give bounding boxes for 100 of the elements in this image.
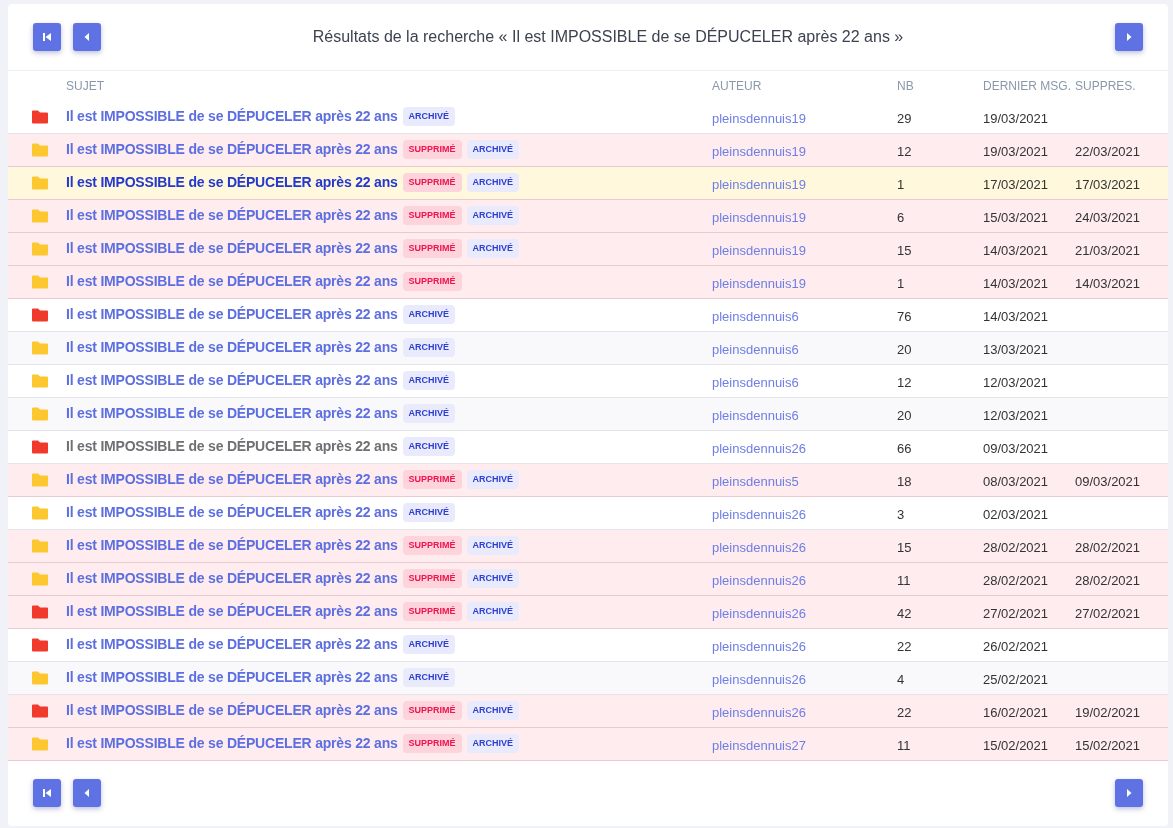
previous-page-button[interactable] xyxy=(73,22,101,51)
topic-link[interactable]: Il est IMPOSSIBLE de se DÉPUCELER après 22 ans xyxy=(66,634,398,655)
archived-tag: ARCHIVÉ xyxy=(466,602,520,621)
previous-page-button[interactable] xyxy=(73,779,101,808)
caret-right-icon xyxy=(1124,788,1134,799)
author-link[interactable]: pleinsdennuis27 xyxy=(712,727,897,755)
last-message-date: 15/02/2021 xyxy=(983,737,1050,755)
topic-link[interactable]: Il est IMPOSSIBLE de se DÉPUCELER après 22 ans xyxy=(66,106,398,127)
deleted-tag: SUPPRIMÉ xyxy=(402,602,462,621)
author-link[interactable]: pleinsdennuis26 xyxy=(712,595,897,623)
first-page-button[interactable] xyxy=(33,22,61,51)
last-message-date: 14/03/2021 xyxy=(983,275,1050,293)
column-header: DERNIER MSG. xyxy=(983,77,1072,95)
author-link[interactable]: pleinsdennuis19 xyxy=(712,166,897,194)
deleted-tag: SUPPRIMÉ xyxy=(402,239,462,258)
author-link[interactable]: pleinsdennuis26 xyxy=(712,628,897,656)
author-link[interactable]: pleinsdennuis5 xyxy=(712,463,897,491)
archived-tag: ARCHIVÉ xyxy=(466,173,520,192)
last-message-date: 16/02/2021 xyxy=(983,704,1050,722)
first-page-button[interactable] xyxy=(33,779,61,808)
message-count: 20 xyxy=(897,406,913,425)
message-count: 12 xyxy=(897,373,913,392)
column-header: SUPPRES. xyxy=(1075,77,1137,95)
message-count: 1 xyxy=(897,274,906,293)
topic-link[interactable]: Il est IMPOSSIBLE de se DÉPUCELER après 22 ans xyxy=(66,205,398,226)
archived-tag: ARCHIVÉ xyxy=(466,536,520,555)
topic-link[interactable]: Il est IMPOSSIBLE de se DÉPUCELER après 22 ans xyxy=(66,502,398,523)
deleted-tag: SUPPRIMÉ xyxy=(402,734,462,753)
message-count: 3 xyxy=(897,505,906,524)
message-count: 22 xyxy=(897,703,913,722)
message-count: 22 xyxy=(897,637,913,656)
last-message-date: 25/02/2021 xyxy=(983,671,1050,689)
column-header: AUTEUR xyxy=(712,77,763,95)
archived-tag: ARCHIVÉ xyxy=(402,668,456,687)
author-link[interactable]: pleinsdennuis6 xyxy=(712,331,897,359)
deletion-date: 15/02/2021 xyxy=(1075,737,1142,755)
last-message-date: 12/03/2021 xyxy=(983,407,1050,425)
message-count: 11 xyxy=(897,571,912,590)
topic-link[interactable]: Il est IMPOSSIBLE de se DÉPUCELER après 22 ans xyxy=(66,172,398,193)
author-link[interactable]: pleinsdennuis19 xyxy=(712,232,897,260)
topic-link[interactable]: Il est IMPOSSIBLE de se DÉPUCELER après 22 ans xyxy=(66,469,398,490)
author-link[interactable]: pleinsdennuis26 xyxy=(712,496,897,524)
message-count: 66 xyxy=(897,439,913,458)
last-message-date: 28/02/2021 xyxy=(983,539,1050,557)
author-link[interactable]: pleinsdennuis19 xyxy=(712,133,897,161)
deleted-tag: SUPPRIMÉ xyxy=(402,470,462,489)
deletion-date: 09/03/2021 xyxy=(1075,473,1142,491)
topic-link[interactable]: Il est IMPOSSIBLE de se DÉPUCELER après 22 ans xyxy=(66,370,398,391)
last-message-date: 14/03/2021 xyxy=(983,308,1050,326)
author-link[interactable]: pleinsdennuis26 xyxy=(712,529,897,557)
message-count: 20 xyxy=(897,340,913,359)
author-link[interactable]: pleinsdennuis26 xyxy=(712,430,897,458)
message-count: 15 xyxy=(897,538,913,557)
topic-link[interactable]: Il est IMPOSSIBLE de se DÉPUCELER après 22 ans xyxy=(66,238,398,259)
archived-tag: ARCHIVÉ xyxy=(402,338,456,357)
last-message-date: 19/03/2021 xyxy=(983,110,1050,128)
author-link[interactable]: pleinsdennuis19 xyxy=(712,100,897,128)
topic-link[interactable]: Il est IMPOSSIBLE de se DÉPUCELER après 22 ans xyxy=(66,535,398,556)
topic-link[interactable]: Il est IMPOSSIBLE de se DÉPUCELER après 22 ans xyxy=(66,667,398,688)
topic-link[interactable]: Il est IMPOSSIBLE de se DÉPUCELER après 22 ans xyxy=(66,403,398,424)
topic-link[interactable]: Il est IMPOSSIBLE de se DÉPUCELER après 22 ans xyxy=(66,601,398,622)
author-link[interactable]: pleinsdennuis26 xyxy=(712,694,897,722)
message-count: 11 xyxy=(897,736,912,755)
deleted-tag: SUPPRIMÉ xyxy=(402,206,462,225)
search-results-title: Résultats de la recherche « Il est IMPOSSIBLE de se DÉPUCELER après 22 ans » xyxy=(311,26,905,47)
deletion-date: 27/02/2021 xyxy=(1075,605,1142,623)
topic-link[interactable]: Il est IMPOSSIBLE de se DÉPUCELER après 22 ans xyxy=(66,139,398,160)
topic-link[interactable]: Il est IMPOSSIBLE de se DÉPUCELER après 22 ans xyxy=(66,733,398,754)
author-link[interactable]: pleinsdennuis19 xyxy=(712,199,897,227)
message-count: 1 xyxy=(897,175,906,194)
author-link[interactable]: pleinsdennuis6 xyxy=(712,298,897,326)
deleted-tag: SUPPRIMÉ xyxy=(402,701,462,720)
last-message-date: 08/03/2021 xyxy=(983,473,1050,491)
deleted-tag: SUPPRIMÉ xyxy=(402,140,462,159)
message-count: 29 xyxy=(897,109,913,128)
last-message-date: 26/02/2021 xyxy=(983,638,1050,656)
author-link[interactable]: pleinsdennuis26 xyxy=(712,661,897,689)
deletion-date: 24/03/2021 xyxy=(1075,209,1142,227)
author-link[interactable]: pleinsdennuis6 xyxy=(712,364,897,392)
last-message-date: 17/03/2021 xyxy=(983,176,1050,194)
deleted-tag: SUPPRIMÉ xyxy=(402,272,462,291)
deleted-tag: SUPPRIMÉ xyxy=(402,173,462,192)
topic-link[interactable]: Il est IMPOSSIBLE de se DÉPUCELER après 22 ans xyxy=(66,568,398,589)
author-link[interactable]: pleinsdennuis6 xyxy=(712,397,897,425)
author-link[interactable]: pleinsdennuis19 xyxy=(712,265,897,293)
topic-link[interactable]: Il est IMPOSSIBLE de se DÉPUCELER après 22 ans xyxy=(66,436,398,457)
topic-link[interactable]: Il est IMPOSSIBLE de se DÉPUCELER après 22 ans xyxy=(66,700,398,721)
archived-tag: ARCHIVÉ xyxy=(402,371,456,390)
caret-right-icon xyxy=(1124,31,1134,42)
archived-tag: ARCHIVÉ xyxy=(402,404,456,423)
archived-tag: ARCHIVÉ xyxy=(466,206,520,225)
topic-link[interactable]: Il est IMPOSSIBLE de se DÉPUCELER après 22 ans xyxy=(66,271,398,292)
next-page-button[interactable] xyxy=(1115,22,1143,51)
next-page-button[interactable] xyxy=(1115,779,1143,808)
last-message-date: 19/03/2021 xyxy=(983,143,1050,161)
last-message-date: 14/03/2021 xyxy=(983,242,1050,260)
topic-link[interactable]: Il est IMPOSSIBLE de se DÉPUCELER après 22 ans xyxy=(66,304,398,325)
caret-left-icon xyxy=(82,31,92,42)
topic-link[interactable]: Il est IMPOSSIBLE de se DÉPUCELER après 22 ans xyxy=(66,337,398,358)
author-link[interactable]: pleinsdennuis26 xyxy=(712,562,897,590)
